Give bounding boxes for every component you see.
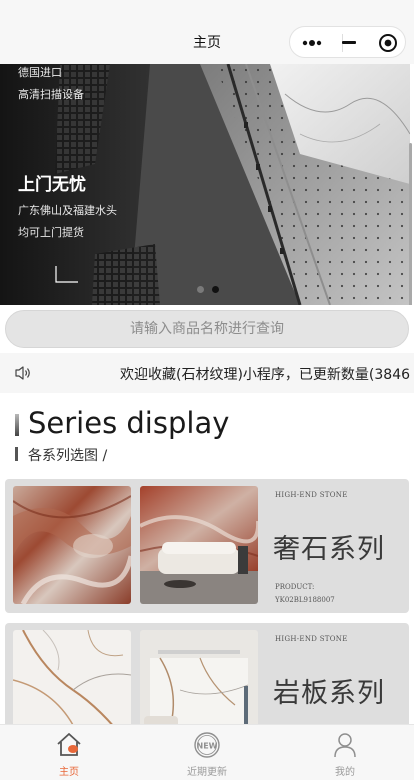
svg-text:NEW: NEW	[197, 742, 218, 751]
tab-home[interactable]: 主页	[0, 725, 138, 780]
bottom-tab-bar: 主页 NEW 近期更新 我的	[0, 724, 414, 780]
living-room-image	[140, 486, 258, 604]
notice-text: 欢迎收藏(石材纹理)小程序，已更新数量(3846	[120, 367, 411, 383]
product-code: YK02BL9188007	[275, 596, 335, 604]
section-title-accent	[15, 414, 19, 436]
home-icon	[55, 731, 83, 759]
series-name: 岩板系列	[273, 678, 385, 709]
banner-line-2: 高清扫描设备	[18, 88, 84, 101]
tab-recent-updates-label: 近期更新	[187, 767, 227, 778]
minimize-icon[interactable]	[342, 41, 356, 44]
new-badge-icon: NEW	[193, 731, 221, 759]
marble-texture-image	[13, 486, 131, 604]
series-tag: HIGH-END STONE	[275, 635, 348, 643]
more-dots-icon[interactable]	[300, 35, 330, 51]
mini-program-capsule	[289, 26, 406, 58]
tab-home-label: 主页	[59, 767, 79, 778]
section-subtitle-accent	[15, 447, 18, 461]
banner-subtext-1: 广东佛山及福建水头	[18, 204, 117, 217]
user-icon	[331, 731, 359, 759]
search-input[interactable]: 请输入商品名称进行查询	[5, 310, 409, 348]
tab-recent-updates[interactable]: NEW 近期更新	[138, 725, 276, 780]
series-card-luxury-stone[interactable]: HIGH-END STONE 奢石系列 PRODUCT: YK02BL91880…	[5, 479, 409, 613]
tab-profile-label: 我的	[335, 767, 355, 778]
series-name: 奢石系列	[273, 534, 385, 565]
navigation-bar: 主页	[0, 0, 414, 64]
series-tag: HIGH-END STONE	[275, 491, 348, 499]
section-subtitle: 各系列选图 /	[28, 448, 108, 464]
notice-bar: 欢迎收藏(石材纹理)小程序，已更新数量(3846	[0, 353, 414, 393]
banner-line-1: 德国进口	[18, 66, 62, 79]
search-area: 请输入商品名称进行查询	[0, 305, 414, 353]
product-code-label: PRODUCT:	[275, 583, 315, 591]
banner-headline: 上门无忧	[18, 175, 86, 195]
carousel-dot-active[interactable]	[212, 286, 219, 293]
target-circle-icon[interactable]	[378, 33, 398, 53]
carousel-dot[interactable]	[197, 286, 204, 293]
banner-subtext-2: 均可上门提货	[18, 226, 84, 239]
section-title: Series display	[28, 406, 230, 440]
promo-banner[interactable]: 德国进口 高清扫描设备 上门无忧 广东佛山及福建水头 均可上门提货	[0, 64, 410, 305]
tab-profile[interactable]: 我的	[276, 725, 414, 780]
speaker-icon	[14, 365, 32, 381]
